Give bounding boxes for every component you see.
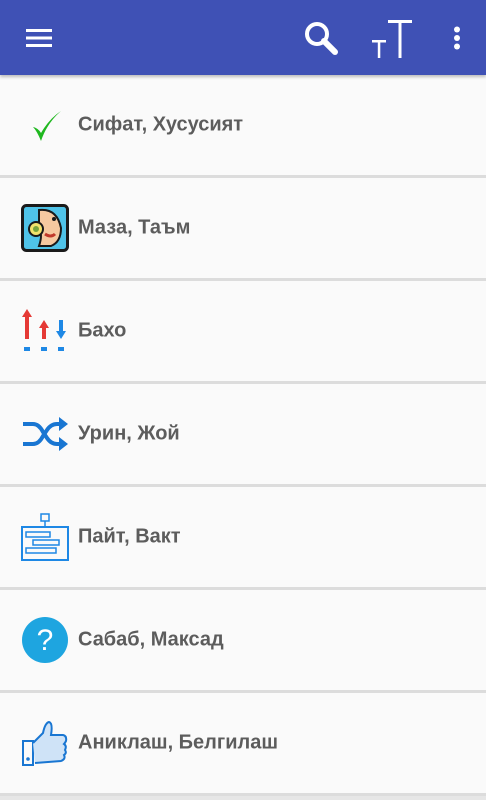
list-item[interactable]: Сифат, Хусусият — [0, 75, 486, 178]
timeline-icon — [20, 512, 70, 562]
menu-button[interactable] — [14, 0, 64, 75]
text-size-icon — [372, 19, 412, 58]
shuffle-icon — [20, 409, 70, 459]
svg-text:?: ? — [37, 624, 54, 657]
more-vert-icon — [454, 26, 460, 49]
text-size-button[interactable] — [364, 0, 420, 75]
list-item[interactable]: Маза, Таъм — [0, 178, 486, 281]
list-item-label: Маза, Таъм — [78, 216, 191, 239]
taste-icon — [20, 203, 70, 253]
search-icon — [305, 21, 338, 55]
category-list: Сифат, Хусусият Маза, Таъм Бахо Урин, Жо… — [0, 75, 486, 796]
thumbs-up-icon — [20, 718, 70, 768]
search-button[interactable] — [296, 0, 346, 75]
list-item[interactable]: Пайт, Вакт — [0, 487, 486, 590]
list-item-label: Сабаб, Максад — [78, 628, 224, 651]
app-bar — [0, 0, 486, 75]
list-item[interactable]: Бахо — [0, 281, 486, 384]
list-item[interactable]: Урин, Жой — [0, 384, 486, 487]
list-item-label: Урин, Жой — [78, 422, 180, 445]
more-options-button[interactable] — [440, 0, 474, 75]
question-icon: ? — [20, 615, 70, 665]
list-item[interactable]: ? Сабаб, Максад — [0, 590, 486, 693]
hamburger-menu-icon — [26, 28, 52, 47]
list-item[interactable]: Аниклаш, Белгилаш — [0, 693, 486, 796]
list-item-label: Сифат, Хусусият — [78, 113, 244, 136]
rating-arrows-icon — [20, 306, 70, 356]
list-item-label: Бахо — [78, 319, 127, 342]
list-item-label: Аниклаш, Белгилаш — [78, 731, 279, 754]
list-item-label: Пайт, Вакт — [78, 525, 181, 548]
check-icon — [20, 100, 70, 150]
